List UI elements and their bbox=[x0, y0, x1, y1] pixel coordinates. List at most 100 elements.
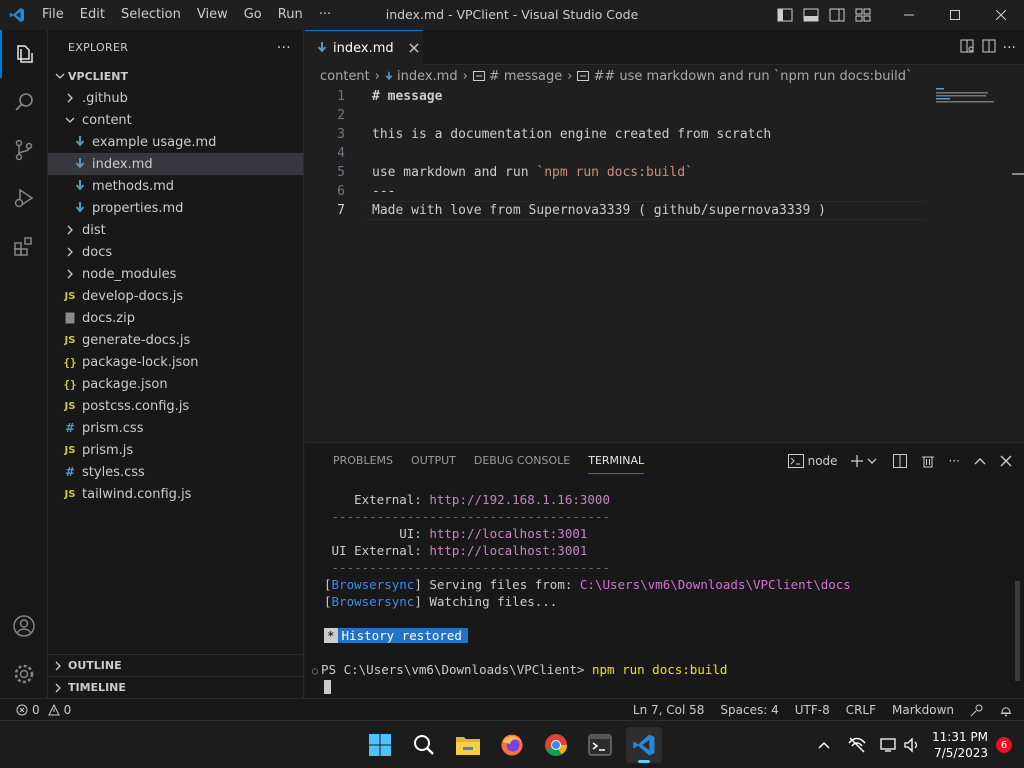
more-actions-icon[interactable]: ··· bbox=[1003, 40, 1016, 56]
close-window-button[interactable] bbox=[978, 0, 1024, 30]
tab-index-md[interactable]: index.md bbox=[305, 30, 423, 65]
vscode-logo-icon bbox=[0, 0, 34, 30]
menu-more[interactable]: ··· bbox=[311, 0, 339, 30]
maximize-panel-icon[interactable] bbox=[974, 456, 986, 466]
explorer-more-button[interactable]: ··· bbox=[277, 40, 291, 56]
terminal-scrollbar[interactable] bbox=[1015, 581, 1020, 681]
toggle-panel-icon[interactable] bbox=[798, 0, 824, 30]
file-methods-md[interactable]: methods.md bbox=[48, 175, 303, 197]
tree-item-label: .github bbox=[82, 90, 128, 106]
line-number: 3 bbox=[337, 127, 345, 142]
menu-edit[interactable]: Edit bbox=[72, 0, 113, 30]
folder-docs[interactable]: docs bbox=[48, 241, 303, 263]
breadcrumb-heading-1[interactable]: # message bbox=[489, 69, 562, 84]
source-control-icon[interactable] bbox=[0, 126, 48, 174]
clock[interactable]: 11:31 PM 7/5/2023 bbox=[932, 729, 988, 761]
problems-status[interactable]: 0 0 bbox=[16, 699, 71, 721]
terminal-link[interactable]: http://localhost:3001 bbox=[429, 526, 587, 541]
toggle-primary-sidebar-icon[interactable] bbox=[772, 0, 798, 30]
search-icon[interactable] bbox=[406, 727, 442, 763]
manage-gear-icon[interactable] bbox=[0, 650, 48, 698]
file-develop-docs-js[interactable]: JS develop-docs.js bbox=[48, 285, 303, 307]
menu-view[interactable]: View bbox=[189, 0, 236, 30]
split-editor-icon[interactable] bbox=[981, 38, 997, 58]
file-generate-docs-js[interactable]: JS generate-docs.js bbox=[48, 329, 303, 351]
search-icon[interactable] bbox=[0, 78, 48, 126]
file-package-json[interactable]: {} package.json bbox=[48, 373, 303, 395]
minimize-button[interactable] bbox=[886, 0, 932, 30]
accounts-icon[interactable] bbox=[0, 602, 48, 650]
tab-terminal[interactable]: TERMINAL bbox=[579, 443, 653, 479]
file-example-usage-md[interactable]: example usage.md bbox=[48, 131, 303, 153]
encoding[interactable]: UTF-8 bbox=[795, 703, 830, 717]
file-tailwind-config-js[interactable]: JS tailwind.config.js bbox=[48, 483, 303, 505]
language-mode[interactable]: Markdown bbox=[892, 703, 954, 717]
command-decoration-icon[interactable]: ○ bbox=[312, 666, 318, 677]
new-terminal-icon[interactable] bbox=[850, 454, 864, 468]
open-preview-icon[interactable] bbox=[959, 38, 975, 58]
folder-github[interactable]: .github bbox=[48, 87, 303, 109]
file-index-md[interactable]: index.md bbox=[48, 153, 303, 175]
code-editor[interactable]: 1 # message 2 3 this is a documentation … bbox=[305, 87, 1024, 442]
folder-root-vpclient[interactable]: VPCLIENT bbox=[48, 65, 303, 87]
close-panel-icon[interactable] bbox=[1000, 455, 1012, 467]
cursor-position[interactable]: Ln 7, Col 58 bbox=[633, 703, 705, 717]
notification-badge[interactable]: 6 bbox=[996, 737, 1012, 753]
firefox-icon[interactable] bbox=[494, 727, 530, 763]
menu-go[interactable]: Go bbox=[236, 0, 270, 30]
vscode-taskbar-icon[interactable] bbox=[626, 727, 662, 763]
breadcrumb-folder[interactable]: content bbox=[320, 69, 370, 84]
terminal-link[interactable]: http://192.168.1.16:3000 bbox=[429, 492, 610, 507]
menu-file[interactable]: File bbox=[34, 0, 72, 30]
folder-node-modules[interactable]: node_modules bbox=[48, 263, 303, 285]
breadcrumb-heading-2[interactable]: ## use markdown and run `npm run docs:bu… bbox=[593, 69, 912, 84]
explorer-sidebar: EXPLORER ··· VPCLIENT .github content exam… bbox=[48, 30, 304, 698]
tab-output[interactable]: OUTPUT bbox=[402, 443, 465, 479]
file-package-lock-json[interactable]: {} package-lock.json bbox=[48, 351, 303, 373]
bottom-panel: PROBLEMS OUTPUT DEBUG CONSOLE TERMINAL n… bbox=[305, 442, 1024, 698]
more-actions-icon[interactable]: ··· bbox=[949, 454, 960, 468]
file-docs-zip[interactable]: docs.zip bbox=[48, 307, 303, 329]
file-properties-md[interactable]: properties.md bbox=[48, 197, 303, 219]
split-terminal-icon[interactable] bbox=[892, 454, 907, 468]
windows-start-icon[interactable] bbox=[362, 727, 398, 763]
menu-selection[interactable]: Selection bbox=[113, 0, 189, 30]
toggle-secondary-sidebar-icon[interactable] bbox=[824, 0, 850, 30]
network-disconnected-icon[interactable] bbox=[848, 737, 866, 753]
file-postcss-config-js[interactable]: JS postcss.config.js bbox=[48, 395, 303, 417]
tab-problems[interactable]: PROBLEMS bbox=[324, 443, 402, 479]
extensions-icon[interactable] bbox=[0, 222, 48, 270]
volume-icon[interactable] bbox=[904, 737, 920, 753]
explorer-icon[interactable] bbox=[0, 30, 48, 78]
file-explorer-icon[interactable] bbox=[450, 727, 486, 763]
close-tab-icon[interactable] bbox=[406, 40, 422, 56]
file-styles-css[interactable]: # styles.css bbox=[48, 461, 303, 483]
file-prism-js[interactable]: JS prism.js bbox=[48, 439, 303, 461]
customize-layout-icon[interactable] bbox=[850, 0, 876, 30]
breadcrumb-file[interactable]: index.md bbox=[397, 69, 458, 84]
tab-debug-console[interactable]: DEBUG CONSOLE bbox=[465, 443, 579, 479]
folder-content[interactable]: content bbox=[48, 109, 303, 131]
folder-dist[interactable]: dist bbox=[48, 219, 303, 241]
indentation[interactable]: Spaces: 4 bbox=[720, 703, 778, 717]
file-prism-css[interactable]: # prism.css bbox=[48, 417, 303, 439]
line-ending[interactable]: CRLF bbox=[846, 703, 876, 717]
chevron-up-icon[interactable] bbox=[818, 741, 830, 749]
chrome-icon[interactable] bbox=[538, 727, 574, 763]
terminal-link[interactable]: http://localhost:3001 bbox=[429, 543, 587, 558]
bell-icon[interactable] bbox=[1000, 703, 1012, 717]
chevron-down-icon[interactable] bbox=[867, 456, 877, 466]
tree-item-label: index.md bbox=[92, 156, 153, 172]
terminal-name[interactable]: node bbox=[808, 454, 838, 468]
timeline-section[interactable]: TIMELINE bbox=[48, 676, 303, 698]
terminal-app-icon[interactable] bbox=[582, 727, 618, 763]
minimap[interactable] bbox=[936, 87, 996, 107]
trash-icon[interactable] bbox=[921, 454, 935, 468]
display-icon[interactable] bbox=[880, 737, 898, 753]
menu-run[interactable]: Run bbox=[270, 0, 311, 30]
maximize-button[interactable] bbox=[932, 0, 978, 30]
css-file-icon: # bbox=[64, 465, 76, 479]
outline-section[interactable]: OUTLINE bbox=[48, 654, 303, 676]
feedback-icon[interactable] bbox=[970, 703, 984, 717]
run-debug-icon[interactable] bbox=[0, 174, 48, 222]
